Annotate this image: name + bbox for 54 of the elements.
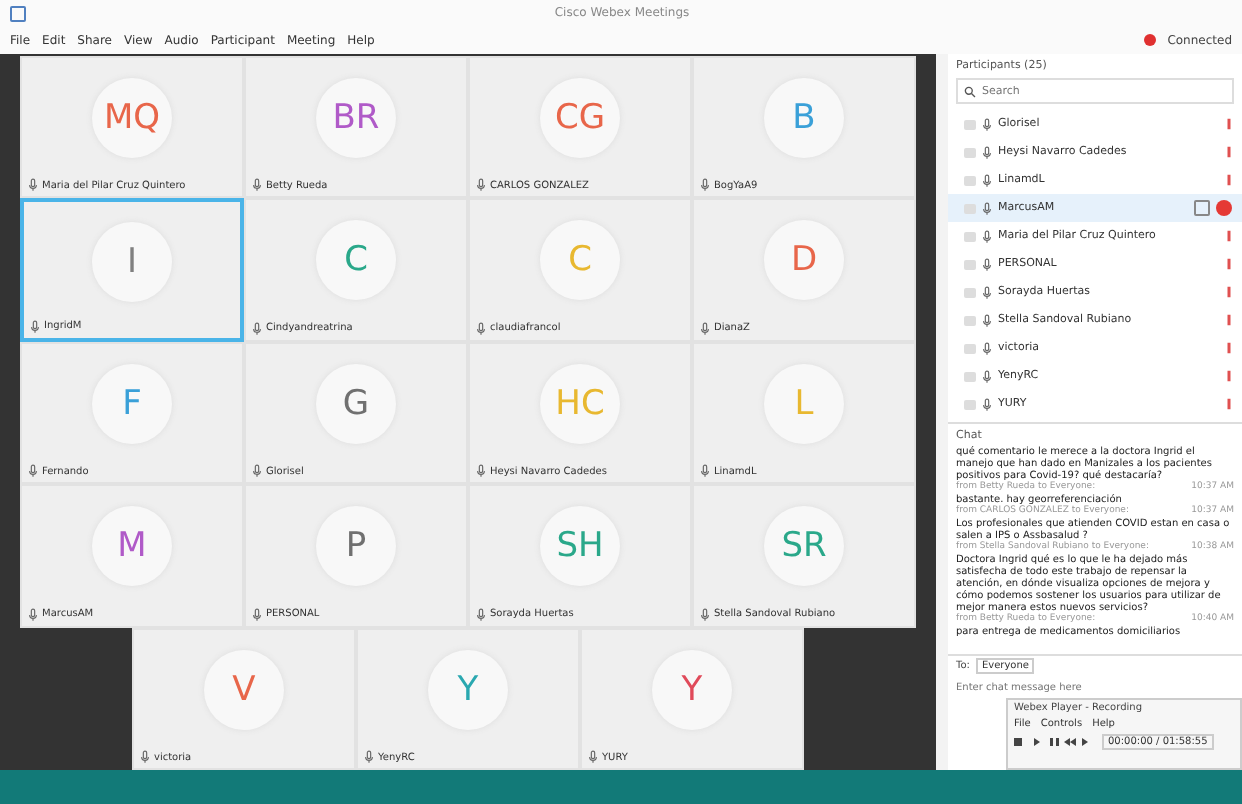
- microphone-icon: [982, 257, 992, 271]
- microphone-icon: [28, 178, 38, 193]
- status-dot-icon: [1143, 34, 1156, 46]
- microphone-icon: [28, 464, 38, 479]
- microphone-icon: [700, 464, 710, 479]
- microphone-icon: [982, 145, 992, 159]
- app-icon: [10, 5, 26, 21]
- avatar-initials: SH: [556, 526, 604, 567]
- microphone-icon: [28, 607, 38, 622]
- microphone-icon: [982, 285, 992, 299]
- microphone-icon: [476, 607, 486, 622]
- microphone-icon: [476, 464, 486, 479]
- avatar-initials: C: [344, 240, 368, 281]
- avatar-initials: B: [792, 98, 816, 138]
- muted-badge-icon: [1216, 200, 1232, 216]
- microphone-icon: [252, 607, 262, 622]
- avatar-initials: CG: [554, 98, 606, 138]
- microphone-icon: [982, 117, 992, 131]
- avatar-initials: Y: [457, 669, 479, 710]
- avatar-initials: C: [568, 240, 592, 281]
- microphone-icon: [588, 750, 598, 765]
- avatar-initials: L: [794, 383, 814, 424]
- microphone-icon: [252, 178, 262, 193]
- avatar-initials: P: [345, 526, 367, 567]
- more-button[interactable]: [1194, 200, 1210, 216]
- microphone-icon: [982, 229, 992, 243]
- avatar-initials: SR: [781, 526, 827, 567]
- microphone-icon: [364, 750, 374, 765]
- microphone-icon: [982, 369, 992, 383]
- avatar-initials: MQ: [103, 98, 161, 138]
- avatar-initials: Y: [681, 669, 703, 710]
- avatar-initials: V: [232, 669, 256, 710]
- microphone-icon: [252, 321, 262, 336]
- microphone-icon: [700, 178, 710, 193]
- microphone-icon: [982, 341, 992, 355]
- microphone-icon: [982, 313, 992, 327]
- avatar-initials: HC: [555, 383, 605, 424]
- microphone-icon: [700, 321, 710, 336]
- avatar-initials: I: [126, 242, 137, 283]
- microphone-icon: [252, 464, 262, 479]
- avatar-initials: M: [117, 526, 147, 567]
- microphone-icon: [476, 178, 486, 193]
- microphone-icon: [982, 397, 992, 411]
- microphone-icon: [30, 319, 40, 334]
- avatar-initials: D: [790, 240, 818, 281]
- avatar-initials: F: [122, 383, 142, 424]
- microphone-icon: [982, 201, 992, 215]
- search-icon: [964, 85, 976, 97]
- microphone-icon: [476, 321, 486, 336]
- avatar-initials: G: [342, 383, 370, 424]
- microphone-icon: [140, 750, 150, 765]
- avatar-initials: BR: [332, 98, 380, 138]
- microphone-icon: [700, 607, 710, 622]
- microphone-icon: [982, 173, 992, 187]
